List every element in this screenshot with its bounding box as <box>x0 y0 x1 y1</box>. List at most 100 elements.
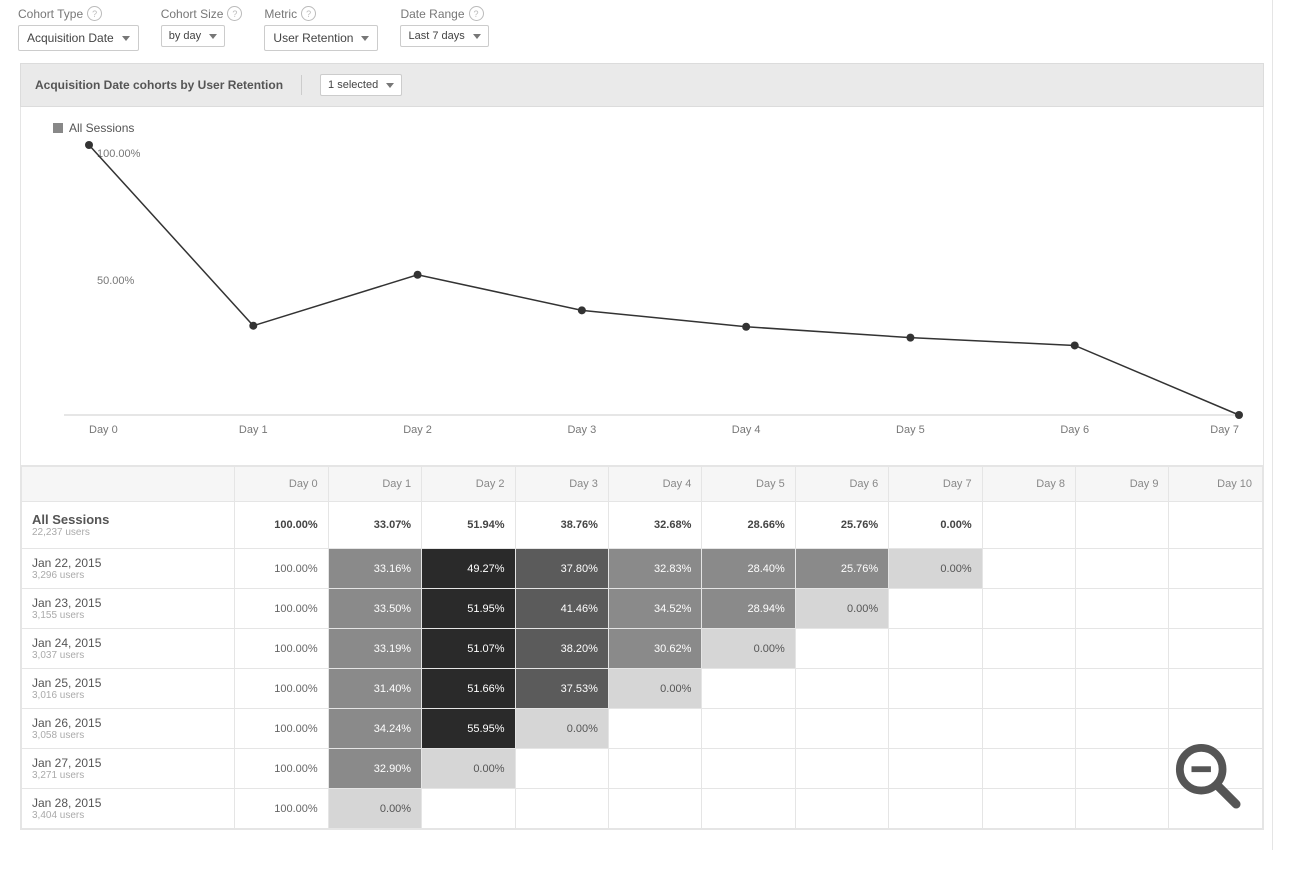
retention-cell <box>889 629 982 669</box>
retention-cell: 25.76% <box>795 549 888 589</box>
y-tick-100: 100.00% <box>97 148 141 160</box>
retention-cell <box>1076 549 1169 589</box>
y-tick-50: 50.00% <box>97 275 135 287</box>
cohort-size-label: Cohort Size <box>161 7 224 21</box>
retention-cell <box>982 549 1075 589</box>
retention-cell: 32.68% <box>608 502 701 549</box>
retention-cell <box>1169 629 1263 669</box>
cohort-type-label: Cohort Type <box>18 7 83 21</box>
data-point <box>906 334 914 342</box>
retention-cell <box>422 789 515 829</box>
retention-cell: 100.00% <box>235 502 328 549</box>
cohort-size-dropdown[interactable]: by day <box>161 25 225 47</box>
retention-cell <box>608 709 701 749</box>
retention-table: Day 0Day 1Day 2Day 3Day 4Day 5Day 6Day 7… <box>20 466 1264 830</box>
table-row: Jan 22, 20153,296 users100.00%33.16%49.2… <box>22 549 1263 589</box>
retention-cell: 0.00% <box>608 669 701 709</box>
retention-cell <box>982 749 1075 789</box>
row-label: All Sessions22,237 users <box>22 502 235 549</box>
table-header-day: Day 4 <box>608 467 701 502</box>
legend-label: All Sessions <box>69 121 134 135</box>
retention-cell: 41.46% <box>515 589 608 629</box>
retention-cell <box>608 749 701 789</box>
retention-cell <box>795 749 888 789</box>
series-selector-dropdown[interactable]: 1 selected <box>320 74 402 96</box>
table-header-day: Day 10 <box>1169 467 1263 502</box>
retention-cell: 30.62% <box>608 629 701 669</box>
filter-bar: Cohort Type? Acquisition Date Cohort Siz… <box>12 6 1272 57</box>
data-point <box>249 322 257 330</box>
retention-cell: 51.94% <box>422 502 515 549</box>
retention-cell <box>889 589 982 629</box>
date-range-dropdown[interactable]: Last 7 days <box>400 25 488 47</box>
table-header-day: Day 6 <box>795 467 888 502</box>
table-header-day: Day 2 <box>422 467 515 502</box>
table-header-day: Day 7 <box>889 467 982 502</box>
row-label: Jan 26, 20153,058 users <box>22 709 235 749</box>
retention-cell: 0.00% <box>422 749 515 789</box>
x-tick: Day 1 <box>239 424 268 436</box>
retention-cell: 33.16% <box>328 549 421 589</box>
retention-cell <box>702 789 795 829</box>
table-row: Jan 26, 20153,058 users100.00%34.24%55.9… <box>22 709 1263 749</box>
retention-cell <box>982 629 1075 669</box>
retention-chart: All Sessions 100.00%50.00%Day 0Day 1Day … <box>20 107 1264 466</box>
retention-cell: 100.00% <box>235 589 328 629</box>
data-point <box>578 306 586 314</box>
help-icon[interactable]: ? <box>87 6 102 21</box>
retention-cell: 0.00% <box>795 589 888 629</box>
retention-cell: 25.76% <box>795 502 888 549</box>
table-row: Jan 23, 20153,155 users100.00%33.50%51.9… <box>22 589 1263 629</box>
retention-cell: 34.24% <box>328 709 421 749</box>
retention-cell: 28.66% <box>702 502 795 549</box>
retention-cell <box>795 789 888 829</box>
retention-cell <box>702 749 795 789</box>
retention-cell <box>889 709 982 749</box>
retention-cell <box>515 749 608 789</box>
retention-cell: 37.80% <box>515 549 608 589</box>
report-header: Acquisition Date cohorts by User Retenti… <box>20 63 1264 107</box>
help-icon[interactable]: ? <box>301 6 316 21</box>
retention-cell: 32.90% <box>328 749 421 789</box>
x-tick: Day 7 <box>1210 424 1239 436</box>
retention-cell: 33.19% <box>328 629 421 669</box>
retention-cell <box>1169 549 1263 589</box>
line-chart-svg: 100.00%50.00%Day 0Day 1Day 2Day 3Day 4Da… <box>39 137 1249 447</box>
cohort-type-dropdown[interactable]: Acquisition Date <box>18 25 139 51</box>
retention-cell <box>1076 502 1169 549</box>
retention-cell <box>889 749 982 789</box>
retention-cell <box>1169 749 1263 789</box>
retention-cell <box>1076 709 1169 749</box>
table-header-day: Day 8 <box>982 467 1075 502</box>
retention-cell <box>1076 789 1169 829</box>
retention-cell: 38.20% <box>515 629 608 669</box>
retention-cell: 100.00% <box>235 789 328 829</box>
retention-cell: 32.83% <box>608 549 701 589</box>
table-header-day: Day 0 <box>235 467 328 502</box>
retention-cell: 51.07% <box>422 629 515 669</box>
retention-cell <box>889 669 982 709</box>
retention-cell: 100.00% <box>235 549 328 589</box>
retention-cell <box>795 709 888 749</box>
retention-cell: 100.00% <box>235 629 328 669</box>
retention-cell <box>702 669 795 709</box>
help-icon[interactable]: ? <box>227 6 242 21</box>
retention-cell: 38.76% <box>515 502 608 549</box>
chevron-down-icon <box>209 34 217 39</box>
legend-swatch <box>53 123 63 133</box>
retention-cell: 100.00% <box>235 749 328 789</box>
data-point <box>85 141 93 149</box>
metric-dropdown[interactable]: User Retention <box>264 25 378 51</box>
help-icon[interactable]: ? <box>469 6 484 21</box>
chart-legend: All Sessions <box>53 121 1245 135</box>
retention-cell <box>1169 669 1263 709</box>
table-header-day: Day 1 <box>328 467 421 502</box>
retention-cell <box>1076 589 1169 629</box>
data-point <box>414 271 422 279</box>
metric-label: Metric <box>264 7 297 21</box>
table-corner <box>22 467 235 502</box>
data-point <box>742 323 750 331</box>
retention-cell: 33.07% <box>328 502 421 549</box>
retention-cell <box>1076 629 1169 669</box>
retention-cell: 0.00% <box>889 549 982 589</box>
